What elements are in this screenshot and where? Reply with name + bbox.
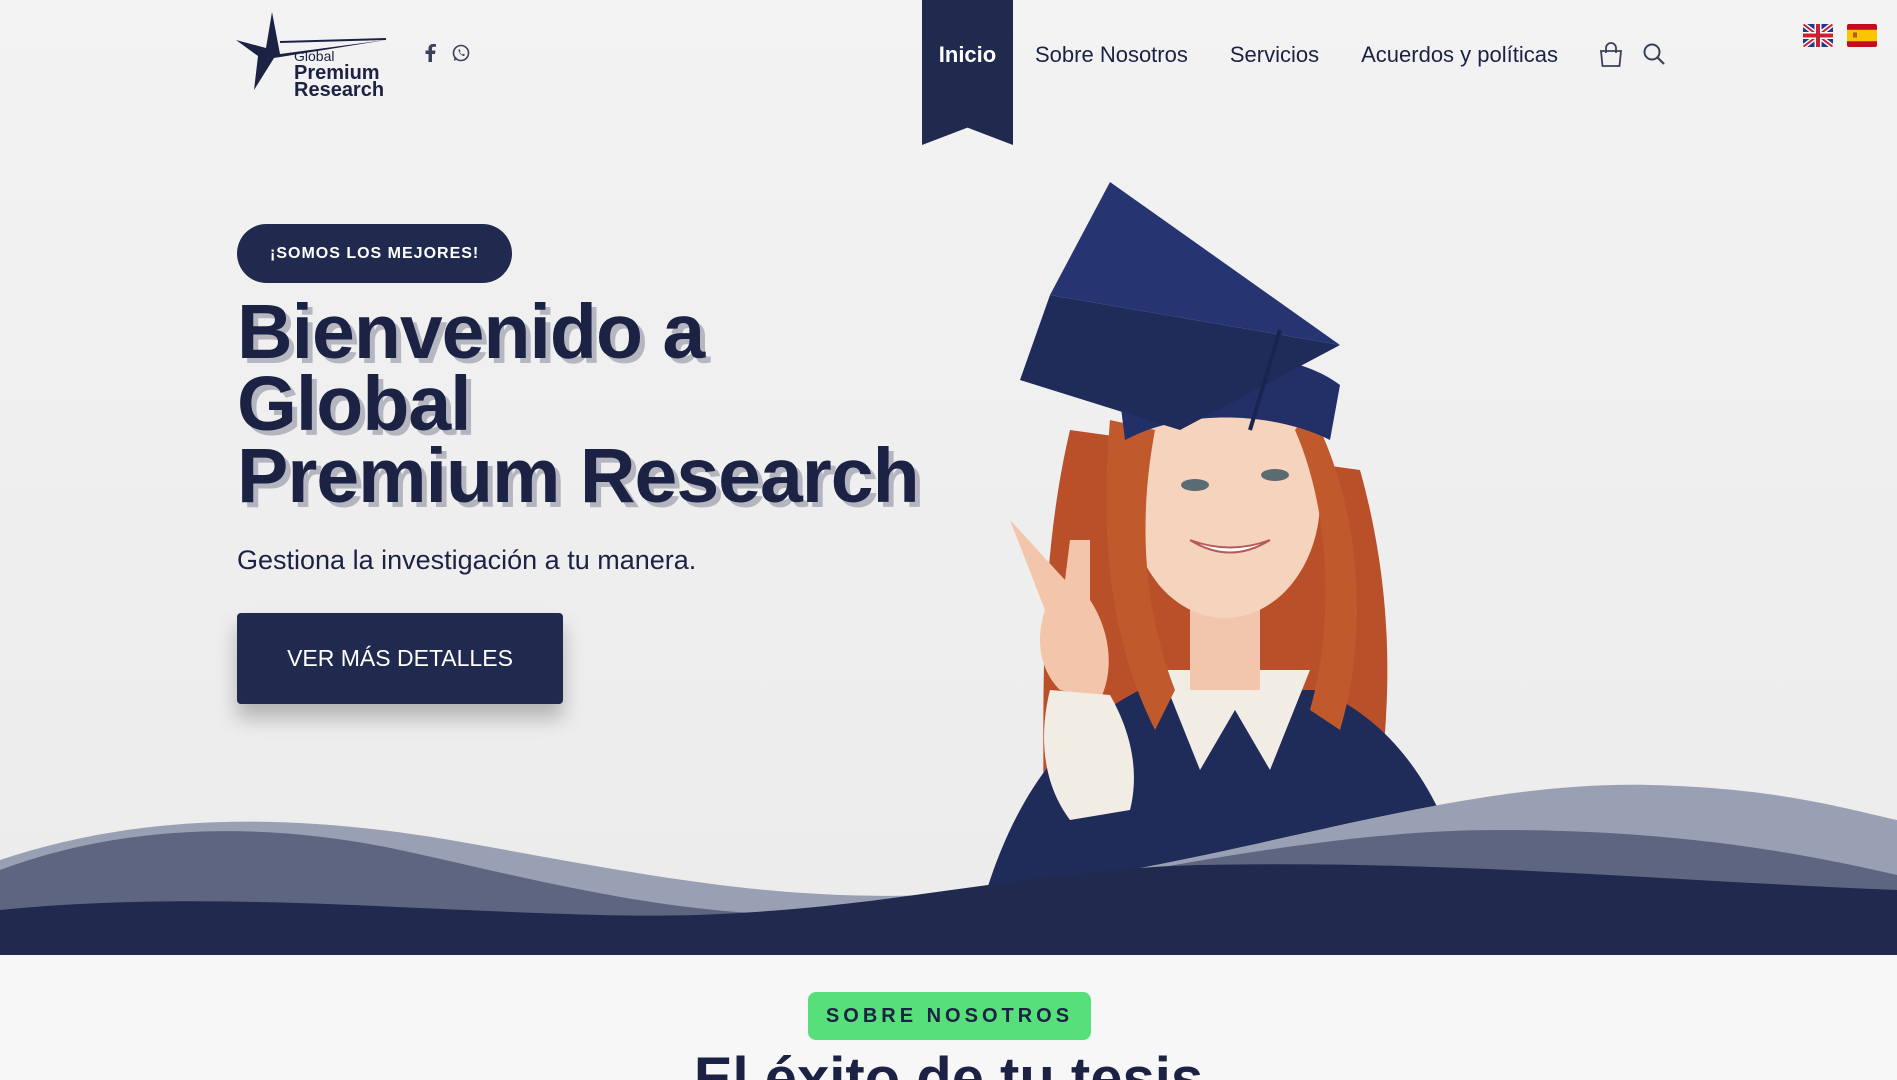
header-icons: [1598, 42, 1666, 73]
social-links: [424, 44, 470, 67]
about-title: El éxito de tu tesis: [693, 1046, 1204, 1080]
nav-item-inicio[interactable]: Inicio: [922, 0, 1013, 145]
search-icon[interactable]: [1642, 42, 1666, 73]
about-section: SOBRE NOSOTROS El éxito de tu tesis: [0, 955, 1897, 1080]
headline-line-3: Premium Research: [237, 433, 920, 519]
whatsapp-icon[interactable]: [452, 44, 470, 67]
hero-section: Global Premium Research Inicio Sobre Nos…: [0, 0, 1897, 955]
nav-item-acuerdos[interactable]: Acuerdos y políticas: [1361, 0, 1558, 68]
logo-line-3: Research: [294, 79, 385, 101]
uk-flag-icon[interactable]: [1803, 24, 1833, 47]
hero-subtitle: Gestiona la investigación a tu manera.: [237, 545, 697, 575]
hero-badge: ¡SOMOS LOS MEJORES!: [237, 224, 513, 283]
main-nav: Inicio Sobre Nosotros Servicios Acuerdos…: [922, 0, 1600, 145]
details-button[interactable]: VER MÁS DETALLES: [237, 613, 563, 704]
facebook-icon[interactable]: [424, 44, 436, 67]
nav-item-sobre-nosotros[interactable]: Sobre Nosotros: [1035, 0, 1188, 68]
logo-text: Global Premium Research: [294, 48, 385, 101]
hero-headline: Bienvenido a Global Premium Research: [237, 294, 997, 515]
about-pill: SOBRE NOSOTROS: [808, 992, 1091, 1040]
language-switcher: [1803, 24, 1877, 47]
spain-flag-icon[interactable]: [1847, 24, 1877, 47]
nav-item-servicios[interactable]: Servicios: [1230, 0, 1319, 68]
cart-icon[interactable]: [1598, 42, 1624, 73]
site-logo[interactable]: Global Premium Research: [236, 12, 391, 102]
hero-waves: [0, 784, 1897, 955]
